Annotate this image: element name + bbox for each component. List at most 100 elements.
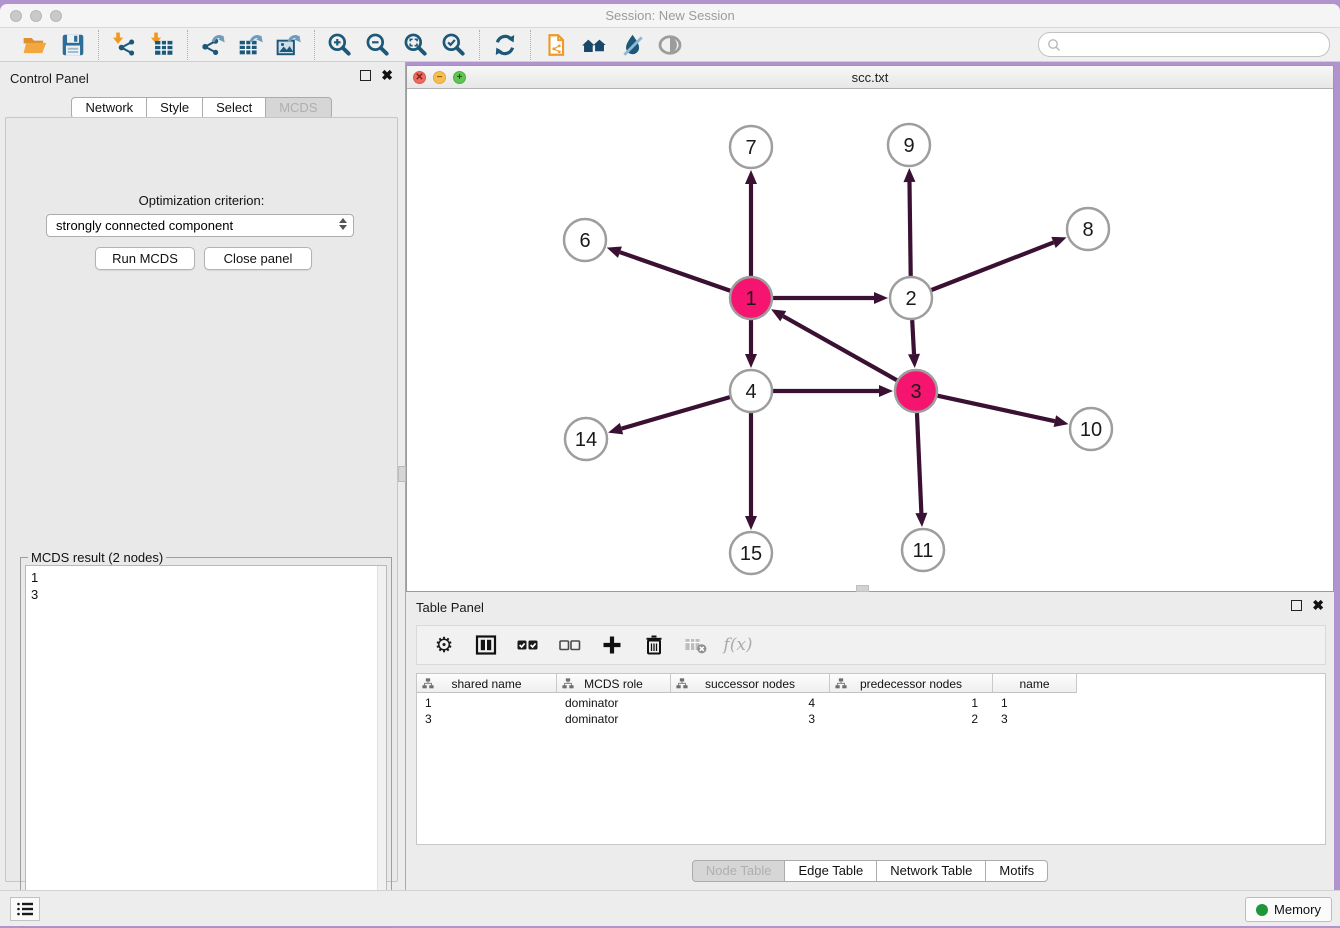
column-header-MCDS-role[interactable]: MCDS role [557,674,671,693]
graph-node-6[interactable]: 6 [564,219,606,261]
zoom-in-button[interactable] [325,30,355,60]
list-icon [16,901,34,917]
graph-node-1[interactable]: 1 [730,277,772,319]
cell-shared-name[interactable]: 3 [417,711,557,727]
cell-predecessor-nodes[interactable]: 2 [830,711,993,727]
zoom-in-icon [327,32,353,58]
cell-shared-name[interactable]: 1 [417,695,557,711]
unselect-all-columns-button[interactable] [557,632,583,658]
edge-2-8[interactable] [931,242,1053,290]
birdseye-view-button[interactable] [655,30,685,60]
import-table-button[interactable] [147,30,177,60]
memory-status-icon [1256,904,1268,916]
svg-text:9: 9 [903,135,914,157]
refresh-network-button[interactable] [490,30,520,60]
cell-successor-nodes[interactable]: 4 [671,695,830,711]
show-graphics-details-button[interactable] [617,30,647,60]
cell-name[interactable]: 1 [993,695,1077,711]
graph-node-14[interactable]: 14 [565,418,607,460]
tab-network-table[interactable]: Network Table [877,860,986,882]
table-row[interactable]: 3dominator323 [417,711,1077,727]
export-network-button[interactable] [198,30,228,60]
graph-node-15[interactable]: 15 [730,532,772,574]
export-network-icon [200,32,226,58]
float-table-panel-icon[interactable] [1291,600,1302,611]
open-session-button[interactable] [20,30,50,60]
tab-network[interactable]: Network [71,97,147,119]
graph-node-7[interactable]: 7 [730,126,772,168]
result-scrollbar[interactable] [377,566,386,922]
edge-1-6[interactable] [620,252,730,291]
graph-node-3[interactable]: 3 [895,370,937,412]
column-header-predecessor-nodes[interactable]: predecessor nodes [830,674,993,693]
network-overview-button[interactable] [579,30,609,60]
cell-successor-nodes[interactable]: 3 [671,711,830,727]
cell-predecessor-nodes[interactable]: 1 [830,695,993,711]
network-graph-canvas[interactable]: 1 2 3 4 6 7 8 9 10 11 14 15 [407,89,1333,591]
cell-MCDS-role[interactable]: dominator [557,711,671,727]
table-row[interactable]: 1dominator411 [417,695,1077,711]
zoom-out-button[interactable] [363,30,393,60]
function-builder-button[interactable]: f(x) [725,632,751,658]
task-history-button[interactable] [10,897,40,921]
horizontal-splitter-grip[interactable] [856,585,869,592]
delete-column-button[interactable] [641,632,667,658]
column-type-icon [676,677,688,690]
export-table-button[interactable] [236,30,266,60]
close-panel-button[interactable]: Close panel [204,247,312,270]
search-box[interactable] [1038,32,1330,57]
tab-node-table[interactable]: Node Table [692,860,786,882]
tab-style[interactable]: Style [147,97,203,119]
memory-button[interactable]: Memory [1245,897,1332,922]
import-network-button[interactable] [109,30,139,60]
cell-name[interactable]: 3 [993,711,1077,727]
clone-network-button[interactable] [541,30,571,60]
graph-node-11[interactable]: 11 [902,529,944,571]
criterion-dropdown[interactable]: strongly connected component [46,214,354,237]
graph-node-10[interactable]: 10 [1070,408,1112,450]
column-header-name[interactable]: name [993,674,1077,693]
tab-mcds[interactable]: MCDS [266,97,331,119]
graph-node-9[interactable]: 9 [888,124,930,166]
zoom-fit-button[interactable] [401,30,431,60]
search-input[interactable] [1061,35,1329,55]
close-panel-icon[interactable]: ✖ [381,70,393,81]
tab-edge-table[interactable]: Edge Table [785,860,877,882]
edge-4-14[interactable] [622,397,730,429]
zoom-selected-button[interactable] [439,30,469,60]
graph-node-4[interactable]: 4 [730,370,772,412]
edge-arrow-1-7 [745,170,757,184]
tab-motifs[interactable]: Motifs [986,860,1048,882]
edge-arrow-2-3 [908,354,920,368]
edge-3-1[interactable] [783,316,897,380]
edge-2-3[interactable] [912,320,914,354]
window-titlebar: Session: New Session [0,4,1340,28]
node-table[interactable]: shared nameMCDS rolesuccessor nodesprede… [416,673,1326,845]
float-panel-icon[interactable] [360,70,371,81]
criterion-value: strongly connected component [56,218,233,233]
edge-3-11[interactable] [917,413,921,513]
edge-3-10[interactable] [937,396,1054,421]
cell-MCDS-role[interactable]: dominator [557,695,671,711]
save-session-button[interactable] [58,30,88,60]
tab-select[interactable]: Select [203,97,266,119]
graph-node-8[interactable]: 8 [1067,208,1109,250]
column-header-shared-name[interactable]: shared name [417,674,557,693]
column-header-successor-nodes[interactable]: successor nodes [671,674,830,693]
add-column-button[interactable] [599,632,625,658]
close-table-panel-icon[interactable]: ✖ [1312,600,1324,611]
export-image-button[interactable] [274,30,304,60]
vertical-splitter-grip[interactable] [398,466,406,482]
mcds-result-box[interactable]: 1 3 [25,565,387,923]
delete-table-button[interactable] [683,632,709,658]
table-settings-button[interactable]: ⚙ [431,632,457,658]
select-all-columns-button[interactable] [515,632,541,658]
mcds-result-title: MCDS result (2 nodes) [28,550,166,565]
svg-text:2: 2 [905,288,916,310]
show-columns-button[interactable] [473,632,499,658]
mcds-result-group: MCDS result (2 nodes) 1 3 [20,557,392,928]
graph-node-2[interactable]: 2 [890,277,932,319]
run-mcds-button[interactable]: Run MCDS [95,247,195,270]
edge-2-9[interactable] [909,182,910,276]
edge-arrow-1-6 [607,247,622,258]
